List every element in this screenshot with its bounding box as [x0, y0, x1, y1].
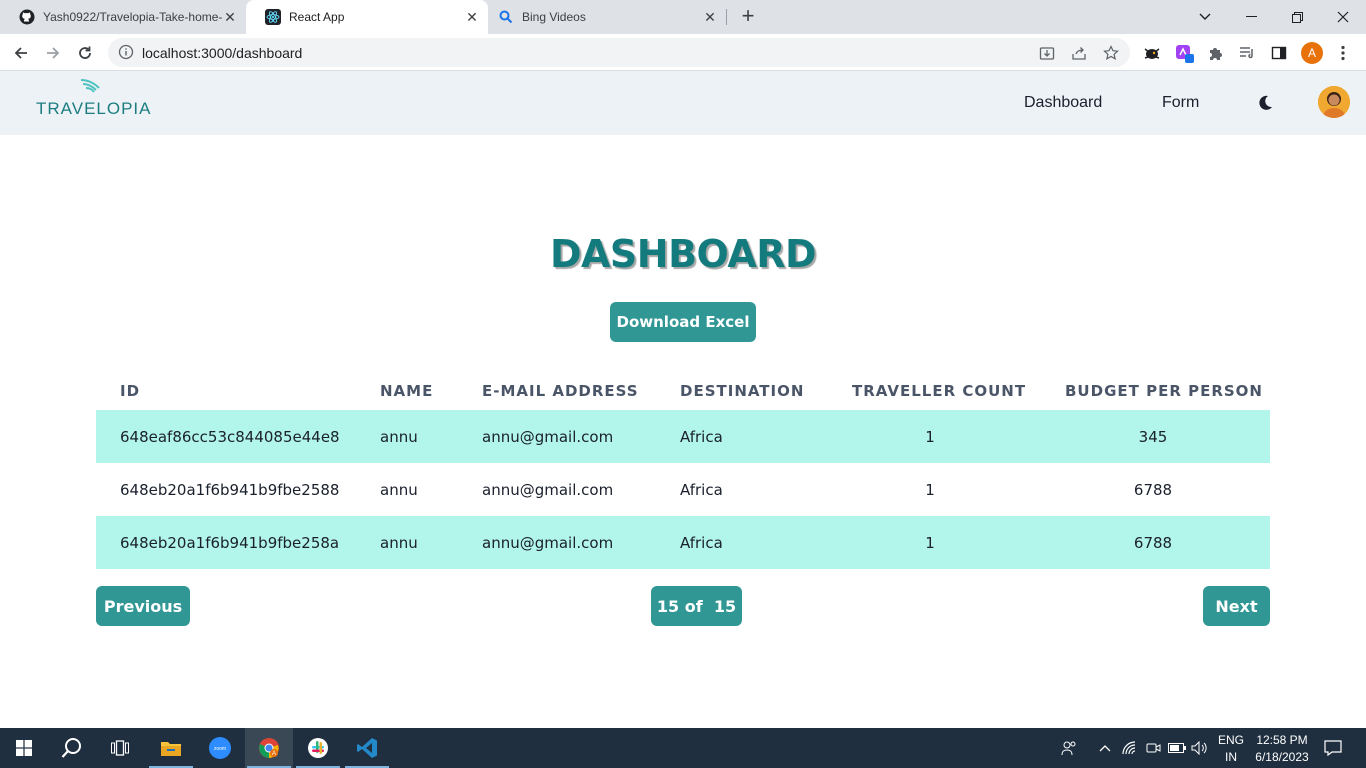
page-indicator: 15 of 15 [651, 586, 742, 626]
volume-icon[interactable] [1191, 739, 1209, 757]
tab-title: Bing Videos [522, 10, 586, 24]
tab-search-chevron-icon[interactable] [1182, 0, 1228, 34]
zoom-icon[interactable]: zoom [196, 728, 244, 768]
svg-text:zoom: zoom [214, 746, 226, 752]
side-panel-icon[interactable] [1269, 43, 1289, 63]
notification-center-icon[interactable] [1324, 739, 1342, 757]
browser-profile-avatar[interactable]: A [1301, 42, 1323, 64]
header-id: ID [120, 382, 141, 400]
reload-icon[interactable] [72, 40, 98, 66]
cell-count: 1 [925, 534, 935, 552]
tab-bing-videos[interactable]: Bing Videos ✕ [488, 0, 726, 34]
table-header: ID NAME E-MAIL ADDRESS DESTINATION TRAVE… [96, 370, 1270, 410]
cell-count: 1 [925, 481, 935, 499]
wifi-icon[interactable] [1121, 739, 1139, 757]
logo-wing-icon [80, 79, 100, 93]
menu-kebab-icon[interactable] [1333, 43, 1353, 63]
next-page-button[interactable]: Next [1203, 586, 1270, 626]
previous-page-button[interactable]: Previous [96, 586, 190, 626]
close-icon[interactable]: ✕ [702, 9, 718, 25]
cell-name: annu [380, 428, 418, 446]
close-icon[interactable]: ✕ [222, 9, 238, 25]
cell-email: annu@gmail.com [482, 428, 614, 446]
header-name: NAME [380, 382, 434, 400]
cell-id: 648eb20a1f6b941b9fbe258a [120, 534, 340, 552]
install-app-icon[interactable] [1038, 44, 1056, 62]
close-window-button[interactable] [1320, 0, 1366, 34]
cell-email: annu@gmail.com [482, 534, 614, 552]
chevron-up-icon[interactable] [1096, 739, 1114, 757]
user-avatar[interactable] [1318, 86, 1350, 118]
vscode-icon[interactable] [343, 728, 391, 768]
people-icon[interactable] [1060, 739, 1078, 757]
share-icon[interactable] [1070, 44, 1088, 62]
url-text: localhost:3000/dashboard [142, 45, 303, 61]
reading-list-icon[interactable] [1237, 43, 1257, 63]
file-explorer-icon[interactable] [147, 728, 195, 768]
clock-time[interactable]: 12:58 PM [1250, 733, 1314, 747]
cell-name: annu [380, 534, 418, 552]
site-info-icon[interactable] [118, 44, 134, 60]
battery-icon[interactable] [1168, 739, 1186, 757]
github-icon [19, 9, 35, 25]
close-icon[interactable]: ✕ [464, 9, 480, 25]
header-budget: BUDGET PER PERSON [1065, 382, 1263, 400]
clock-date[interactable]: 6/18/2023 [1250, 750, 1314, 764]
cell-destination: Africa [680, 481, 723, 499]
browser-toolbar: localhost:3000/dashboard A [0, 34, 1366, 71]
nav-link-dashboard[interactable]: Dashboard [1024, 94, 1102, 112]
browser-tab-bar: Yash0922/Travelopia-Take-home- ✕ React A… [0, 0, 1366, 34]
extension-bug-icon[interactable] [1142, 43, 1162, 63]
table-row: 648eb20a1f6b941b9fbe258a annu annu@gmail… [96, 516, 1270, 569]
cell-destination: Africa [680, 428, 723, 446]
minimize-button[interactable] [1228, 0, 1274, 34]
task-view-icon[interactable] [96, 728, 144, 768]
restore-button[interactable] [1274, 0, 1320, 34]
cell-budget: 6788 [1133, 534, 1173, 552]
windows-start-icon[interactable] [0, 728, 48, 768]
tab-separator [726, 9, 727, 25]
cell-name: annu [380, 481, 418, 499]
address-bar[interactable]: localhost:3000/dashboard [108, 38, 1130, 67]
travelopia-logo[interactable]: TRAVELOPIA [35, 79, 155, 127]
cell-count: 1 [925, 428, 935, 446]
header-destination: DESTINATION [680, 382, 805, 400]
cell-budget: 345 [1138, 428, 1168, 446]
logo-text: TRAVELOPIA [36, 99, 152, 118]
new-tab-button[interactable]: + [737, 5, 759, 28]
extension-purple-icon[interactable] [1174, 43, 1194, 63]
cell-budget: 6788 [1133, 481, 1173, 499]
search-icon[interactable] [48, 728, 96, 768]
language-region[interactable]: IN [1214, 750, 1248, 764]
slack-icon[interactable] [294, 728, 342, 768]
page-title: DASHBOARD [549, 232, 817, 276]
header-traveller-count: TRAVELLER COUNT [852, 382, 1027, 400]
nav-link-form[interactable]: Form [1162, 94, 1199, 112]
extensions-puzzle-icon[interactable] [1206, 43, 1226, 63]
download-excel-button[interactable]: Download Excel [610, 302, 756, 342]
tab-github[interactable]: Yash0922/Travelopia-Take-home- ✕ [0, 0, 246, 34]
table-row: 648eb20a1f6b941b9fbe2588 annu annu@gmail… [96, 463, 1270, 516]
windows-taskbar: zoom A ENG IN 12:58 PM 6/18/2023 [0, 728, 1366, 768]
dark-mode-moon-icon[interactable] [1256, 94, 1274, 112]
react-icon [265, 9, 281, 25]
header-email: E-MAIL ADDRESS [482, 382, 639, 400]
language-indicator[interactable]: ENG [1214, 733, 1248, 747]
table-row: 648eaf86cc53c844085e44e8 annu annu@gmail… [96, 410, 1270, 463]
back-arrow-icon[interactable] [8, 40, 34, 66]
svg-text:A: A [272, 751, 276, 757]
tab-title: Yash0922/Travelopia-Take-home- [43, 10, 222, 24]
cell-email: annu@gmail.com [482, 481, 614, 499]
app-navbar: TRAVELOPIA Dashboard Form [0, 71, 1366, 135]
tab-react-app[interactable]: React App ✕ [246, 0, 488, 34]
meet-now-icon[interactable] [1144, 739, 1162, 757]
cell-id: 648eb20a1f6b941b9fbe2588 [120, 481, 340, 499]
search-icon [498, 9, 514, 25]
tab-title: React App [289, 10, 345, 24]
bookmark-star-icon[interactable] [1102, 44, 1120, 62]
cell-id: 648eaf86cc53c844085e44e8 [120, 428, 340, 446]
forward-arrow-icon[interactable] [40, 40, 66, 66]
cell-destination: Africa [680, 534, 723, 552]
chrome-icon[interactable]: A [245, 728, 293, 768]
